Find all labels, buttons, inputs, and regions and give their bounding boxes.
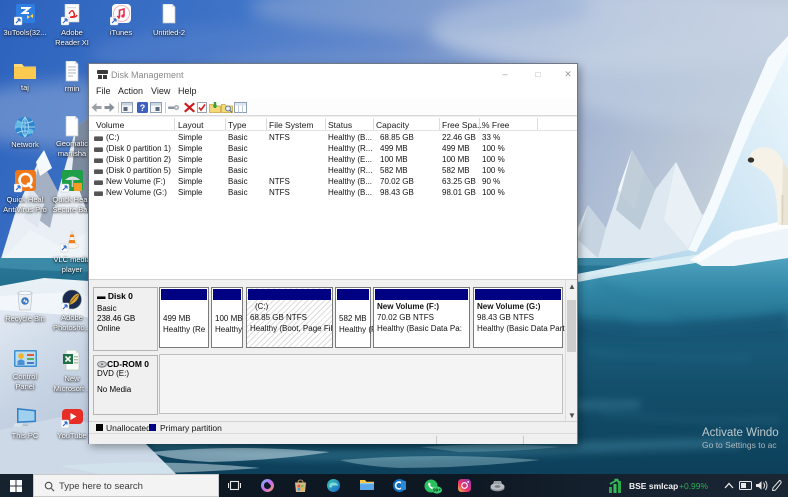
svg-text:Activate Windo: Activate Windo [702, 427, 779, 439]
svg-text:?: ? [140, 103, 146, 113]
svg-text:Go to Settings to ac: Go to Settings to ac [702, 440, 777, 450]
